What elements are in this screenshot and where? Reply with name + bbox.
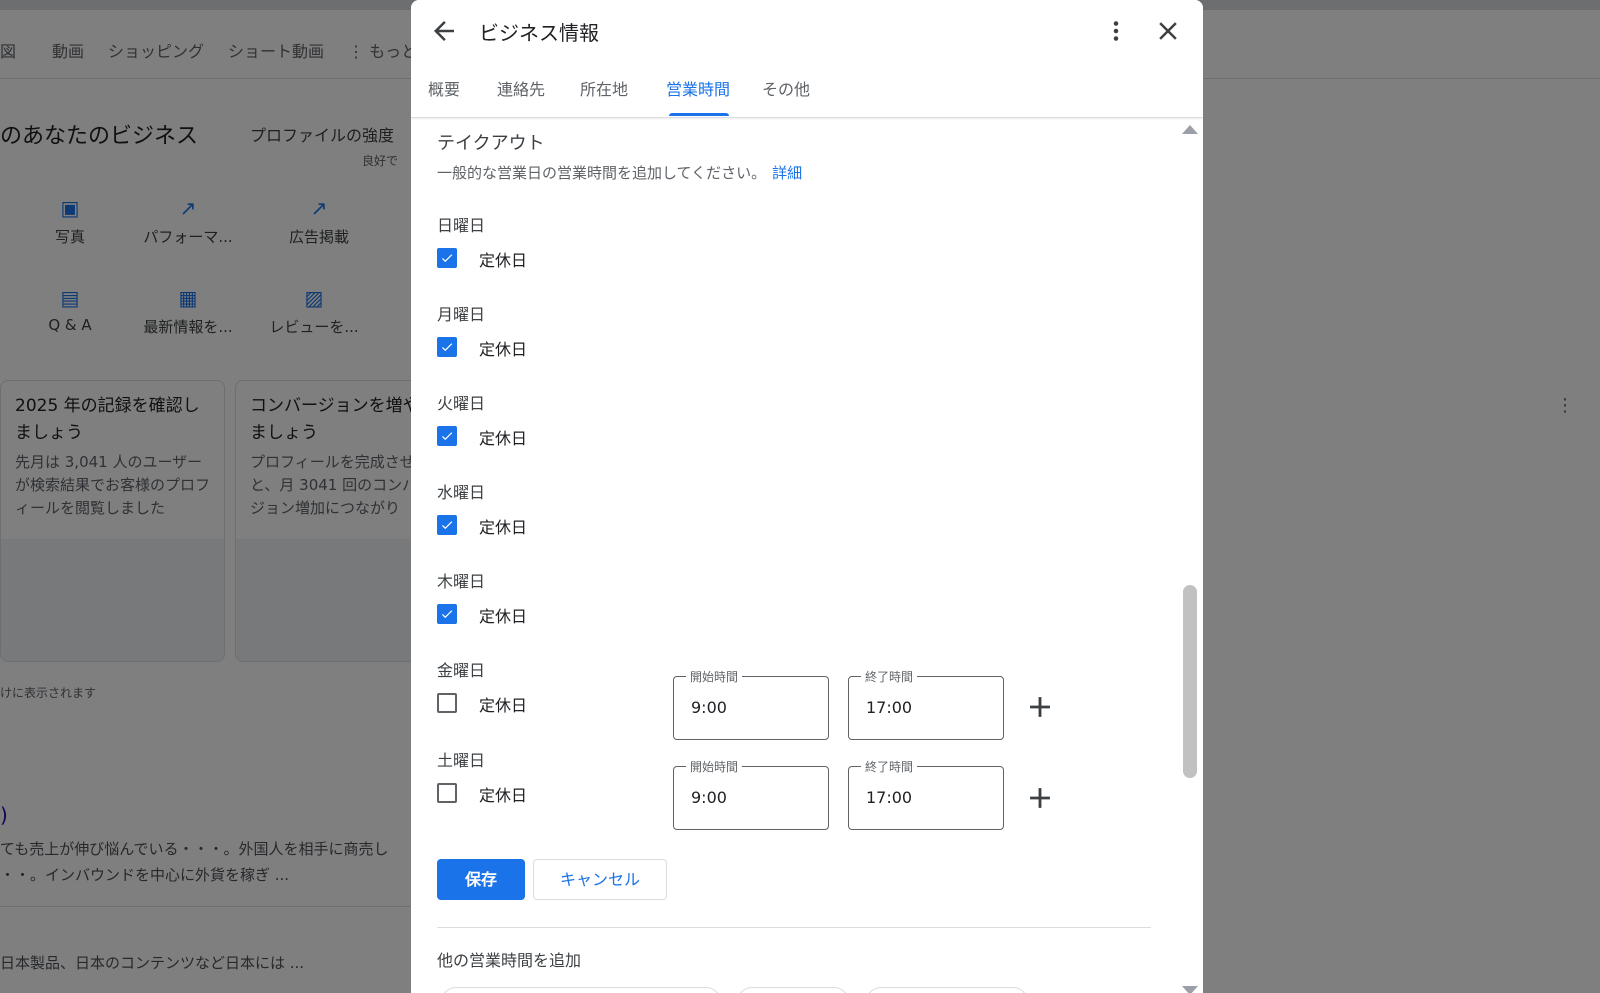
field-label: 開始時間 bbox=[686, 758, 743, 775]
close-button[interactable] bbox=[1153, 16, 1183, 46]
day-label-saturday: 土曜日 bbox=[437, 751, 486, 770]
tab-overview[interactable]: 概要 bbox=[428, 76, 460, 100]
field-label: 開始時間 bbox=[686, 668, 743, 685]
section-description: 一般的な営業日の営業時間を追加してください。 詳細 bbox=[437, 162, 802, 183]
closed-label: 定休日 bbox=[479, 340, 528, 359]
tab-more[interactable]: その他 bbox=[762, 76, 810, 100]
field-label: 終了時間 bbox=[861, 668, 918, 685]
scrollbar-thumb[interactable] bbox=[1183, 585, 1197, 778]
check-icon bbox=[441, 521, 453, 530]
closed-label: 定休日 bbox=[479, 518, 528, 537]
day-label-monday: 月曜日 bbox=[437, 305, 486, 324]
closed-checkbox-monday[interactable] bbox=[437, 337, 457, 357]
active-tab-indicator bbox=[669, 113, 729, 116]
plus-icon bbox=[1030, 697, 1050, 717]
field-value: 17:00 bbox=[866, 788, 913, 807]
check-icon bbox=[441, 343, 453, 352]
check-icon bbox=[441, 432, 453, 441]
field-value: 17:00 bbox=[866, 698, 913, 717]
save-button[interactable]: 保存 bbox=[437, 859, 525, 900]
closed-checkbox-friday[interactable] bbox=[437, 693, 457, 713]
add-hours-button-saturday[interactable] bbox=[1023, 781, 1057, 815]
other-hours-chip[interactable] bbox=[866, 987, 1028, 993]
cancel-button[interactable]: キャンセル bbox=[533, 859, 667, 900]
add-hours-button-friday[interactable] bbox=[1023, 690, 1057, 724]
tab-hours[interactable]: 営業時間 bbox=[666, 76, 730, 100]
more-options-button[interactable] bbox=[1101, 16, 1131, 46]
start-time-field-friday[interactable]: 開始時間 9:00 bbox=[673, 668, 829, 740]
scroll-down-arrow-icon[interactable] bbox=[1182, 986, 1198, 993]
end-time-field-saturday[interactable]: 終了時間 17:00 bbox=[848, 758, 1004, 830]
divider bbox=[437, 927, 1151, 928]
details-link[interactable]: 詳細 bbox=[772, 164, 802, 182]
day-label-sunday: 日曜日 bbox=[437, 216, 486, 235]
dialog-title: ビジネス情報 bbox=[479, 21, 599, 45]
day-label-thursday: 木曜日 bbox=[437, 572, 486, 591]
day-label-wednesday: 水曜日 bbox=[437, 483, 486, 502]
back-button[interactable] bbox=[429, 16, 459, 46]
closed-label: 定休日 bbox=[479, 696, 528, 715]
plus-icon bbox=[1030, 788, 1050, 808]
field-value: 9:00 bbox=[691, 698, 727, 717]
closed-checkbox-wednesday[interactable] bbox=[437, 515, 457, 535]
check-icon bbox=[441, 254, 453, 263]
more-vert-icon bbox=[1113, 21, 1119, 41]
end-time-field-friday[interactable]: 終了時間 17:00 bbox=[848, 668, 1004, 740]
other-hours-title: 他の営業時間を追加 bbox=[437, 951, 582, 970]
scroll-up-arrow-icon[interactable] bbox=[1182, 125, 1198, 134]
closed-checkbox-saturday[interactable] bbox=[437, 783, 457, 803]
closed-checkbox-sunday[interactable] bbox=[437, 248, 457, 268]
day-label-friday: 金曜日 bbox=[437, 661, 486, 680]
section-title: テイクアウト bbox=[437, 133, 545, 154]
arrow-back-icon bbox=[434, 21, 454, 41]
other-hours-chip[interactable] bbox=[737, 987, 849, 993]
closed-label: 定休日 bbox=[479, 786, 528, 805]
other-hours-chip[interactable] bbox=[441, 987, 721, 993]
business-info-dialog: ビジネス情報 概要 連絡先 所在地 営業時間 その他 テイクアウト 一般的な営業… bbox=[411, 0, 1203, 993]
field-value: 9:00 bbox=[691, 788, 727, 807]
closed-checkbox-tuesday[interactable] bbox=[437, 426, 457, 446]
hours-form: テイクアウト 一般的な営業日の営業時間を追加してください。 詳細 日曜日 定休日 … bbox=[411, 119, 1203, 993]
close-icon bbox=[1159, 22, 1177, 40]
closed-label: 定休日 bbox=[479, 251, 528, 270]
check-icon bbox=[441, 610, 453, 619]
closed-label: 定休日 bbox=[479, 429, 528, 448]
day-label-tuesday: 火曜日 bbox=[437, 394, 486, 413]
dialog-header: ビジネス情報 概要 連絡先 所在地 営業時間 その他 bbox=[411, 0, 1203, 118]
start-time-field-saturday[interactable]: 開始時間 9:00 bbox=[673, 758, 829, 830]
tab-contact[interactable]: 連絡先 bbox=[497, 76, 545, 100]
field-label: 終了時間 bbox=[861, 758, 918, 775]
closed-label: 定休日 bbox=[479, 607, 528, 626]
description-text: 一般的な営業日の営業時間を追加してください。 bbox=[437, 164, 767, 182]
tab-location[interactable]: 所在地 bbox=[580, 76, 628, 100]
closed-checkbox-thursday[interactable] bbox=[437, 604, 457, 624]
